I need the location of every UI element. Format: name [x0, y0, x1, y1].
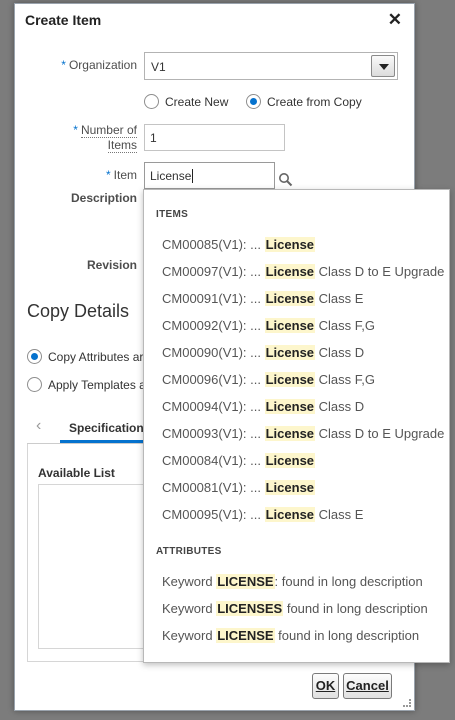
available-list-label: Available List	[38, 466, 115, 480]
suggestion-match: License	[264, 507, 316, 522]
description-label: Description	[70, 191, 137, 205]
suggestion-match: License	[264, 480, 316, 495]
apply-templates-radio[interactable]	[27, 377, 42, 392]
suggestion-suffix: Class E	[315, 507, 364, 522]
tab-specification[interactable]: Specification	[69, 421, 144, 435]
search-icon[interactable]	[278, 172, 294, 188]
suggestion-item[interactable]: CM00091(V1): ... License Class E	[162, 291, 363, 306]
suggestion-match: License	[264, 291, 316, 306]
suggestion-item[interactable]: CM00090(V1): ... License Class D	[162, 345, 364, 360]
suggestion-prefix: CM00090(V1): ...	[162, 345, 265, 360]
organization-select[interactable]: V1	[144, 52, 398, 80]
suggestion-prefix: CM00096(V1): ...	[162, 372, 265, 387]
organization-label: * Organization	[61, 58, 137, 72]
suggestion-suffix: Class E	[315, 291, 364, 306]
number-of-items-input[interactable]: 1	[144, 124, 285, 151]
tab-scroll-left-icon[interactable]: ‹	[36, 417, 41, 435]
item-search-input[interactable]: License	[144, 162, 275, 189]
suggestion-item[interactable]: Keyword LICENSE found in long descriptio…	[162, 628, 419, 643]
suggestion-prefix: CM00094(V1): ...	[162, 399, 265, 414]
dropdown-button[interactable]	[371, 55, 395, 77]
suggestion-item[interactable]: CM00095(V1): ... License Class E	[162, 507, 363, 522]
suggestion-suffix: Class D	[315, 345, 365, 360]
suggestion-suffix: Class D to E Upgrade	[315, 264, 445, 279]
resize-grip-icon[interactable]	[403, 699, 411, 707]
suggestion-match: License	[264, 237, 316, 252]
suggestion-item[interactable]: CM00084(V1): ... License	[162, 453, 316, 468]
suggestion-prefix: CM00095(V1): ...	[162, 507, 265, 522]
suggestion-prefix: Keyword	[162, 628, 217, 643]
ok-button[interactable]: OK	[312, 673, 339, 699]
item-label: * Item	[105, 168, 137, 182]
suggestion-match: License	[264, 345, 316, 360]
suggestion-prefix: CM00091(V1): ...	[162, 291, 265, 306]
create-new-label: Create New	[165, 95, 229, 109]
revision-label: Revision	[86, 258, 137, 272]
suggestion-suffix: Class D to E Upgrade	[315, 426, 445, 441]
copy-attributes-label: Copy Attributes ar	[48, 350, 144, 364]
suggestion-item[interactable]: Keyword LICENSES found in long descripti…	[162, 601, 428, 616]
close-button[interactable]: ✕	[388, 10, 402, 30]
suggestion-suffix: Class F,G	[315, 372, 375, 387]
suggestion-match: License	[264, 372, 316, 387]
create-new-radio[interactable]	[144, 94, 159, 109]
suggestion-item[interactable]: CM00093(V1): ... License Class D to E Up…	[162, 426, 444, 441]
organization-value: V1	[151, 60, 166, 74]
suggestion-match: License	[264, 399, 316, 414]
text-cursor	[192, 169, 194, 183]
attributes-group-header: ATTRIBUTES	[156, 546, 222, 557]
suggestion-match: License	[264, 264, 316, 279]
suggestion-item[interactable]: CM00097(V1): ... License Class D to E Up…	[162, 264, 444, 279]
suggestion-prefix: CM00085(V1): ...	[162, 237, 265, 252]
apply-templates-label: Apply Templates a	[48, 378, 146, 392]
suggestion-match: License	[264, 426, 316, 441]
number-of-items-label: * Number of Items	[73, 123, 137, 153]
suggestion-prefix: CM00097(V1): ...	[162, 264, 265, 279]
suggestion-item[interactable]: CM00081(V1): ... License	[162, 480, 316, 495]
suggestion-item[interactable]: CM00096(V1): ... License Class F,G	[162, 372, 375, 387]
items-group-header: ITEMS	[156, 209, 189, 220]
suggestion-suffix: Class D	[315, 399, 365, 414]
create-from-copy-radio[interactable]	[246, 94, 261, 109]
suggestion-prefix: CM00092(V1): ...	[162, 318, 265, 333]
suggestion-match: LICENSES	[216, 601, 284, 616]
suggestion-suffix: Class F,G	[315, 318, 375, 333]
autosuggest-popup: ITEMS CM00085(V1): ... License CM00097(V1…	[143, 189, 450, 663]
suggestion-suffix: found in long description	[283, 601, 428, 616]
suggestion-match: LICENSE	[216, 574, 275, 589]
suggestion-item[interactable]: CM00094(V1): ... License Class D	[162, 399, 364, 414]
suggestion-item[interactable]: CM00092(V1): ... License Class F,G	[162, 318, 375, 333]
suggestion-prefix: CM00081(V1): ...	[162, 480, 265, 495]
suggestion-prefix: CM00084(V1): ...	[162, 453, 265, 468]
suggestion-match: License	[264, 453, 316, 468]
create-from-copy-label: Create from Copy	[267, 95, 362, 109]
required-marker: *	[61, 58, 66, 72]
cancel-button[interactable]: Cancel	[343, 673, 392, 699]
suggestion-item[interactable]: CM00085(V1): ... License	[162, 237, 316, 252]
suggestion-prefix: Keyword	[162, 601, 217, 616]
suggestion-prefix: Keyword	[162, 574, 217, 589]
suggestion-suffix: : found in long description	[274, 574, 423, 589]
specification-panel: Available List	[27, 444, 158, 662]
copy-attributes-radio[interactable]	[27, 349, 42, 364]
copy-details-title: Copy Details	[27, 301, 130, 321]
chevron-down-icon	[379, 64, 389, 70]
available-list[interactable]	[38, 484, 158, 649]
suggestion-match: LICENSE	[216, 628, 275, 643]
suggestion-match: License	[264, 318, 316, 333]
suggestion-suffix: found in long description	[274, 628, 420, 643]
suggestion-item[interactable]: Keyword LICENSE: found in long descripti…	[162, 574, 423, 589]
dialog-title: Create Item	[25, 12, 102, 28]
suggestion-prefix: CM00093(V1): ...	[162, 426, 265, 441]
